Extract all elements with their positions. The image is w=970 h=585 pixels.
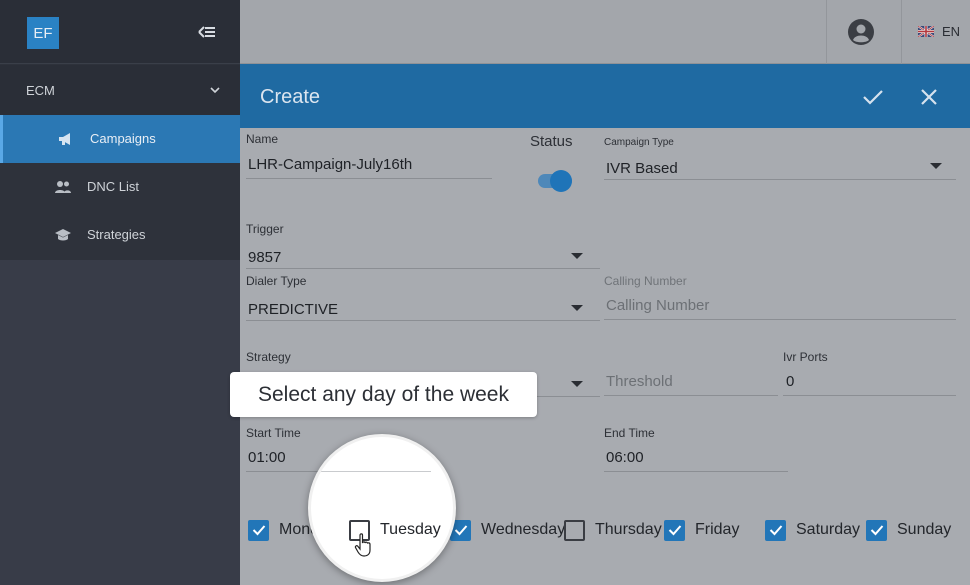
end-time-input[interactable]: 06:00 [606, 449, 644, 466]
top-header: EN [240, 0, 970, 64]
sidebar-item-strategies[interactable]: Strategies [0, 211, 240, 259]
end-time-label: End Time [604, 426, 655, 440]
megaphone-icon [59, 133, 70, 145]
uk-flag-icon [918, 26, 934, 37]
dialer-type-select[interactable]: PREDICTIVE [248, 301, 338, 318]
day-label: Friday [695, 521, 740, 538]
graduation-cap-icon [55, 229, 71, 241]
strategy-caret-icon[interactable] [571, 381, 583, 387]
users-icon [55, 181, 71, 193]
app-logo[interactable]: EF [27, 17, 59, 49]
user-avatar-icon [848, 19, 874, 45]
threshold-input[interactable]: Threshold [606, 373, 673, 390]
threshold-underline [604, 395, 778, 396]
spotlight-underline [311, 471, 431, 472]
app-root: EF ECM Campaigns DNC List Strategies EN … [0, 0, 970, 585]
confirm-check-icon[interactable] [862, 88, 884, 106]
hand-cursor-icon [354, 533, 371, 557]
calling-number-underline [604, 319, 956, 320]
sidebar-empty-area [0, 260, 240, 585]
sidebar-item-label: Campaigns [90, 131, 156, 146]
dialog-title: Create [260, 86, 321, 108]
sidebar-header: EF [0, 0, 240, 64]
day-label: Thursday [595, 521, 662, 538]
sidebar-item-label: DNC List [87, 179, 140, 194]
dialog-header: Create [240, 64, 970, 128]
ivr-ports-label: Ivr Ports [783, 350, 828, 364]
checkbox-checked-icon[interactable] [248, 519, 269, 541]
dialer-type-caret-icon[interactable] [571, 305, 583, 311]
day-label: Wednesday [481, 521, 566, 538]
calling-number-label: Calling Number [604, 274, 687, 288]
calling-number-input[interactable]: Calling Number [606, 297, 709, 314]
trigger-underline [246, 268, 600, 269]
campaign-type-underline [604, 179, 956, 180]
magnifier-spotlight [308, 434, 456, 582]
collapse-sidebar-icon[interactable] [196, 22, 218, 42]
tooltip: Select any day of the week [230, 372, 537, 417]
trigger-select[interactable]: 9857 [248, 249, 281, 266]
sidebar-item-label: Strategies [87, 227, 146, 242]
end-time-underline [604, 471, 788, 472]
checkbox-checked-icon[interactable] [765, 519, 786, 541]
day-friday[interactable]: Friday [664, 517, 739, 543]
dialer-type-label: Dialer Type [246, 274, 307, 288]
day-label: Saturday [796, 521, 861, 538]
day-thursday[interactable]: Thursday [564, 517, 662, 543]
start-time-input[interactable]: 01:00 [248, 449, 286, 466]
sidebar-section-ecm[interactable]: ECM [0, 65, 240, 115]
campaign-type-select[interactable]: IVR Based [606, 160, 678, 177]
status-label: Status [530, 133, 573, 150]
day-wednesday[interactable]: Wednesday [450, 517, 565, 543]
trigger-caret-icon[interactable] [571, 253, 583, 259]
close-icon[interactable] [920, 88, 938, 106]
language-selector[interactable]: EN [918, 24, 960, 39]
user-menu[interactable] [826, 0, 902, 64]
start-time-label: Start Time [246, 426, 301, 440]
language-label: EN [942, 24, 961, 39]
ivr-ports-underline [783, 395, 956, 396]
name-underline [246, 178, 492, 179]
status-toggle-knob[interactable] [550, 170, 572, 192]
sidebar: EF ECM Campaigns DNC List Strategies [0, 0, 240, 585]
dialer-type-underline [246, 320, 600, 321]
strategy-label: Strategy [246, 350, 291, 364]
day-saturday[interactable]: Saturday [765, 517, 860, 543]
name-label: Name [246, 132, 279, 146]
chevron-down-icon [210, 87, 220, 94]
sidebar-item-campaigns[interactable]: Campaigns [0, 115, 240, 163]
campaign-type-caret-icon[interactable] [930, 163, 942, 169]
checkbox-unchecked-icon[interactable] [564, 519, 585, 541]
ivr-ports-input[interactable]: 0 [786, 373, 794, 390]
name-input[interactable]: LHR-Campaign-July16th [248, 156, 412, 173]
day-label: Sunday [897, 521, 952, 538]
sidebar-item-dnc-list[interactable]: DNC List [0, 163, 240, 211]
sidebar-section-label: ECM [26, 83, 55, 98]
campaign-type-label: Campaign Type [604, 137, 674, 148]
trigger-label: Trigger [246, 222, 284, 236]
checkbox-checked-icon[interactable] [866, 519, 887, 541]
day-sunday[interactable]: Sunday [866, 517, 951, 543]
checkbox-checked-icon[interactable] [664, 519, 685, 541]
